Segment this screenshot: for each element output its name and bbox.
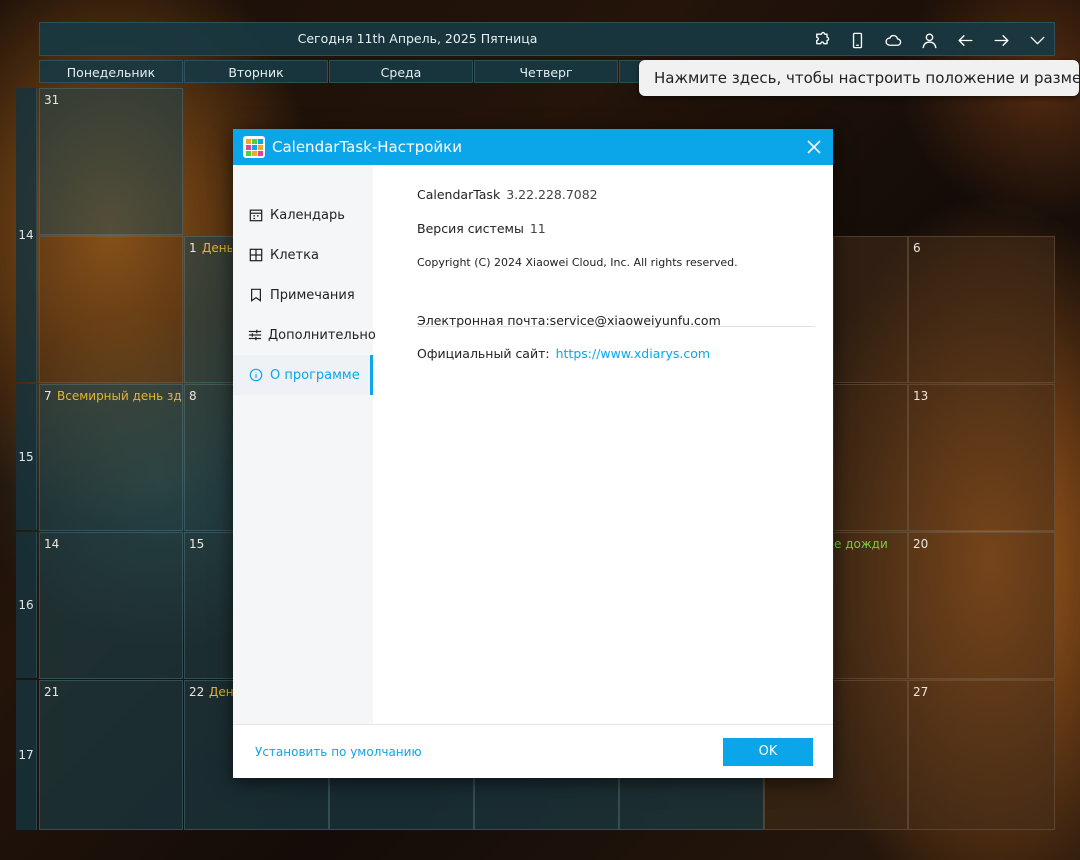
day-number: 6 — [913, 241, 921, 255]
day-cell[interactable]: 1 День д — [184, 236, 234, 383]
puzzle-icon[interactable] — [808, 27, 834, 53]
arrow-right-icon[interactable] — [988, 27, 1014, 53]
info-icon — [248, 367, 264, 383]
settings-sidebar: Календарь Клетка Примечания Дополнительн… — [233, 165, 376, 724]
user-icon[interactable] — [916, 27, 942, 53]
weekday-header: Четверг — [474, 60, 618, 83]
nav-item-calendar[interactable]: Календарь — [233, 195, 373, 235]
weekday-header: Понедельник — [39, 60, 183, 83]
system-version-label: Версия системы — [417, 221, 524, 236]
nav-label: О программе — [270, 367, 360, 383]
day-number: 15 — [189, 537, 205, 551]
app-version: 3.22.228.7082 — [506, 187, 598, 202]
arrow-left-icon[interactable] — [952, 27, 978, 53]
phone-icon[interactable] — [844, 27, 870, 53]
week-number: 14 — [16, 88, 37, 382]
grid-icon — [248, 247, 264, 263]
nav-label: Примечания — [270, 287, 355, 303]
website-info: Официальный сайт: https://www.xdiarys.com — [417, 346, 710, 361]
today-label: Сегодня 11th Апрель, 2025 Пятница — [297, 31, 538, 46]
week-number: 15 — [16, 384, 37, 530]
day-number: 14 — [44, 537, 60, 551]
event-label: День — [209, 685, 235, 699]
day-cell[interactable]: 7 Всемирный день здор — [39, 384, 183, 531]
day-cell[interactable]: 31 — [39, 88, 183, 235]
day-cell[interactable]: 15 — [184, 532, 234, 679]
event-label: е дожди — [834, 537, 888, 551]
sliders-icon — [248, 327, 262, 343]
day-cell[interactable]: 14 — [39, 532, 183, 679]
day-number: 22 — [189, 685, 205, 699]
day-cell[interactable] — [833, 236, 908, 383]
day-number: 7 — [44, 389, 52, 403]
event-label: День д — [202, 241, 232, 255]
day-cell[interactable]: 27 — [908, 680, 1055, 830]
dialog-title: CalendarTask-Настройки — [272, 138, 462, 156]
day-cell[interactable]: 21 — [39, 680, 183, 830]
nav-label: Клетка — [270, 247, 319, 263]
day-number: 1 — [189, 241, 197, 255]
day-number: 21 — [44, 685, 60, 699]
weekday-header: Среда — [329, 60, 473, 83]
weekday-header: Вторник — [184, 60, 328, 83]
app-name: CalendarTask — [417, 187, 501, 202]
bookmark-icon — [248, 287, 264, 303]
dialog-title-bar: CalendarTask-Настройки — [233, 129, 833, 165]
email-info: Электронная почта:service@xiaoweiyunfu.c… — [417, 313, 721, 328]
dialog-footer: Установить по умолчанию OK — [233, 724, 833, 778]
week-number: 17 — [16, 680, 37, 830]
day-cell[interactable]: е дожди — [833, 532, 908, 679]
nav-item-advanced[interactable]: Дополнительно — [233, 315, 376, 355]
day-cell[interactable]: 20 — [908, 532, 1055, 679]
website-label: Официальный сайт: — [417, 346, 550, 361]
day-number: 27 — [913, 685, 929, 699]
event-label: Всемирный день здор — [57, 389, 182, 403]
day-number: 13 — [913, 389, 929, 403]
nav-item-about[interactable]: О программе — [233, 355, 373, 395]
about-panel: CalendarTask 3.22.228.7082 Версия системы… — [373, 165, 833, 724]
calendar-header-bar: Сегодня 11th Апрель, 2025 Пятница — [39, 22, 1055, 56]
day-number: 31 — [44, 93, 60, 107]
copyright: Copyright (C) 2024 Xiaowei Cloud, Inc. A… — [417, 256, 738, 269]
day-cell[interactable]: 8 — [184, 384, 234, 531]
website-link[interactable]: https://www.xdiarys.com — [556, 346, 711, 361]
system-version-value: 11 — [529, 221, 546, 236]
day-cell[interactable] — [833, 384, 908, 531]
ok-button[interactable]: OK — [723, 738, 813, 766]
nav-item-grid[interactable]: Клетка — [233, 235, 373, 275]
chevron-down-icon[interactable] — [1024, 27, 1050, 53]
nav-label: Календарь — [270, 207, 345, 223]
app-info: CalendarTask 3.22.228.7082 — [417, 187, 598, 202]
settings-dialog: CalendarTask-Настройки Календарь Клетка … — [233, 129, 833, 778]
cloud-icon[interactable] — [880, 27, 906, 53]
position-size-tooltip: Нажмите здесь, чтобы настроить положение… — [639, 60, 1080, 96]
calendar-icon — [248, 207, 264, 223]
close-icon[interactable] — [803, 136, 825, 158]
reset-defaults-link[interactable]: Установить по умолчанию — [255, 725, 422, 779]
app-logo-icon — [243, 136, 265, 158]
day-number: 8 — [189, 389, 197, 403]
system-version: Версия системы 11 — [417, 221, 546, 236]
day-cell[interactable] — [39, 236, 183, 383]
day-cell[interactable]: 13 — [908, 384, 1055, 531]
nav-label: Дополнительно — [268, 327, 376, 343]
day-cell[interactable]: 6 — [908, 236, 1055, 383]
week-number: 16 — [16, 532, 37, 678]
nav-item-notes[interactable]: Примечания — [233, 275, 373, 315]
day-number: 20 — [913, 537, 929, 551]
